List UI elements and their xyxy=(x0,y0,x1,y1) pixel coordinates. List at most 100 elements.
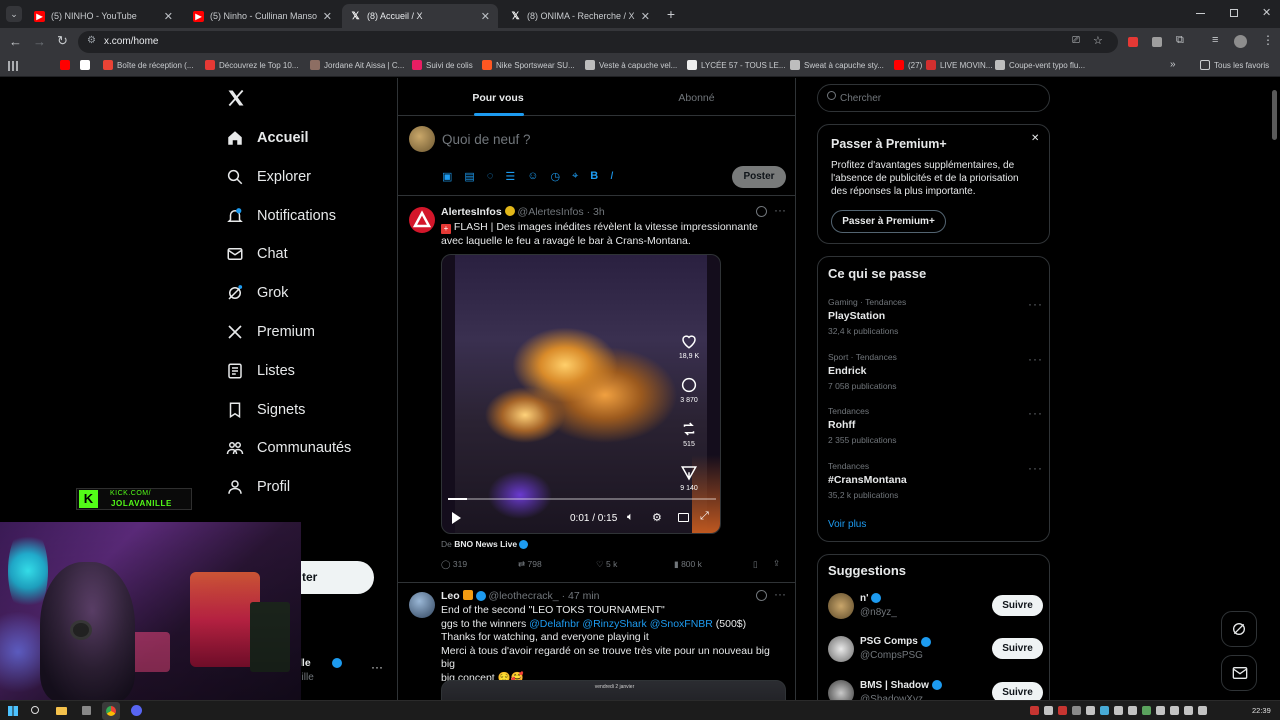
more-icon[interactable]: ··· xyxy=(774,587,786,601)
reply-button[interactable]: ◯ 319 xyxy=(441,559,467,570)
more-icon[interactable]: ··· xyxy=(371,660,383,674)
tweet[interactable]: Leo @leothecrack_ · 47 min ··· End of th… xyxy=(398,584,795,700)
close-icon[interactable]: ✕ xyxy=(1031,133,1039,144)
sidebar-item-accueil[interactable]: Accueil xyxy=(226,129,309,147)
browser-tab[interactable]: 𝕏 (8) ONIMA - Recherche / X ✕ xyxy=(502,4,658,28)
window-close-icon[interactable]: ✕ xyxy=(1262,6,1271,19)
extension-icon[interactable] xyxy=(1152,37,1162,47)
source-link[interactable]: BNO News Live xyxy=(454,539,517,549)
more-icon[interactable]: ··· xyxy=(1028,406,1043,420)
sidebar-item-notifications[interactable]: Notifications xyxy=(226,207,336,225)
search-box[interactable]: Chercher xyxy=(817,84,1050,112)
tray-icon[interactable] xyxy=(1128,706,1137,715)
bookmark-item[interactable]: Sweat à capuche sty... xyxy=(790,60,884,70)
bookmark-item[interactable] xyxy=(60,60,70,70)
extension-icon[interactable] xyxy=(1128,37,1138,47)
video-reply-button[interactable]: 3 870 xyxy=(674,376,704,404)
sidebar-item-grok[interactable]: Grok xyxy=(226,284,288,302)
more-icon[interactable]: ··· xyxy=(1028,461,1043,475)
repost-button[interactable]: ⇄ 798 xyxy=(518,559,542,570)
image-icon[interactable]: ▣ xyxy=(442,170,452,183)
back-icon[interactable]: ← xyxy=(9,34,22,49)
file-explorer-icon[interactable] xyxy=(56,707,67,715)
restore-icon[interactable] xyxy=(1230,9,1238,17)
tray-icon[interactable] xyxy=(1044,706,1053,715)
bookmark-item[interactable]: (27) xyxy=(894,60,922,70)
tab-pour-vous[interactable]: Pour vous xyxy=(398,78,598,116)
timestamp[interactable]: 47 min xyxy=(568,590,600,602)
sidebar-item-communautes[interactable]: Communautés xyxy=(226,439,351,457)
trend-item[interactable]: Tendances Rohff 2 355 publications ··· xyxy=(828,406,1043,445)
clock[interactable]: 22:39 xyxy=(1252,706,1271,715)
sidebar-item-explorer[interactable]: Explorer xyxy=(226,168,311,186)
mention-link[interactable]: @Delafnbr xyxy=(529,618,579,630)
bookmark-item[interactable] xyxy=(80,60,90,70)
location-icon[interactable]: ⌖ xyxy=(572,170,578,183)
discord-icon[interactable] xyxy=(131,705,142,716)
premium-subscribe-button[interactable]: Passer à Premium+ xyxy=(831,210,946,233)
close-icon[interactable]: ✕ xyxy=(323,10,332,23)
tray-icon[interactable] xyxy=(1086,706,1095,715)
play-icon[interactable] xyxy=(452,512,461,524)
bookmark-item[interactable]: Boîte de réception (... xyxy=(103,60,194,70)
suggestion-item[interactable]: PSG Comps @CompsPSG Suivre xyxy=(828,634,1043,664)
account-switcher[interactable]: lle nille ··· xyxy=(295,652,387,688)
bookmark-item[interactable]: LYCÉE 57 - TOUS LE... xyxy=(687,60,785,70)
video-repost-button[interactable]: 515 xyxy=(674,420,704,448)
gif-icon[interactable]: ▤ xyxy=(464,170,474,183)
author-handle[interactable]: @AlertesInfos xyxy=(518,206,584,218)
bookmark-item[interactable]: Veste à capuche vel... xyxy=(585,60,677,70)
browser-tab[interactable]: ▶ (5) NINHO - YouTube ✕ xyxy=(26,4,181,28)
all-bookmarks[interactable]: Tous les favoris xyxy=(1200,60,1269,70)
emoji-icon[interactable]: ☺ xyxy=(527,170,538,183)
close-icon[interactable]: ✕ xyxy=(481,10,490,23)
bookmarks-overflow-icon[interactable]: » xyxy=(1170,59,1176,70)
trend-item[interactable]: Sport · Tendances Endrick 7 058 publicatio… xyxy=(828,352,1043,391)
browser-menu-icon[interactable]: ⋮ xyxy=(1262,33,1274,47)
settings-icon[interactable]: ⚙ xyxy=(652,511,662,524)
grok-icon[interactable] xyxy=(756,206,767,217)
reload-icon[interactable]: ↻ xyxy=(57,33,68,49)
follow-button[interactable]: Suivre xyxy=(992,595,1043,616)
site-info-icon[interactable]: ⚙ xyxy=(87,35,96,46)
fullscreen-icon[interactable]: ⤢ xyxy=(700,510,709,523)
video-like-button[interactable]: 18,9 K xyxy=(674,332,704,360)
tray-icon[interactable] xyxy=(1058,706,1067,715)
tweet[interactable]: AlertesInfos @AlertesInfos · 3h ··· + FL… xyxy=(398,197,795,583)
sidebar-item-signets[interactable]: Signets xyxy=(226,401,305,419)
timestamp[interactable]: 3h xyxy=(593,206,605,218)
sidebar-item-chat[interactable]: Chat xyxy=(226,245,288,263)
reading-list-icon[interactable]: ≡ xyxy=(1212,34,1218,46)
mention-link[interactable]: @SnoxFNBR xyxy=(650,618,713,630)
tray-icon[interactable] xyxy=(1156,706,1165,715)
browser-tab-active[interactable]: 𝕏 (8) Accueil / X ✕ xyxy=(342,4,498,28)
avatar[interactable] xyxy=(828,593,854,619)
bookmark-item[interactable]: Jordane Ait Aissa | C... xyxy=(310,60,404,70)
italic-icon[interactable]: I xyxy=(610,170,613,183)
share-icon[interactable]: ⇪ xyxy=(773,558,780,569)
tab-abonne[interactable]: Abonné xyxy=(598,78,795,116)
volume-icon[interactable]: 🔈︎ xyxy=(627,511,634,524)
star-icon[interactable]: ☆ xyxy=(1093,34,1103,47)
bookmark-item[interactable]: Nike Sportswear SU... xyxy=(482,60,575,70)
install-app-icon[interactable]: ⎚ xyxy=(1072,35,1080,46)
bookmark-item[interactable]: Suivi de colis xyxy=(412,60,473,70)
tab-search-button[interactable]: ⌄ xyxy=(6,6,22,22)
like-button[interactable]: ♡ 5 k xyxy=(596,559,617,570)
tray-icon[interactable] xyxy=(1100,706,1109,715)
author-handle[interactable]: @leothecrack_ xyxy=(488,590,558,602)
bookmark-item[interactable]: Coupe-vent typo flu... xyxy=(995,60,1085,70)
video-progress-track[interactable] xyxy=(448,498,716,500)
browser-tab[interactable]: ▶ (5) Ninho - Cullinan Mansory | Cl ✕ xyxy=(185,4,340,28)
author-name[interactable]: AlertesInfos xyxy=(441,206,502,218)
bookmark-item[interactable]: Découvrez le Top 10... xyxy=(205,60,298,70)
bookmark-icon[interactable]: ▯ xyxy=(753,559,758,570)
schedule-icon[interactable]: ◷ xyxy=(550,170,560,183)
sidebar-item-profil[interactable]: Profil xyxy=(226,478,290,496)
follow-button[interactable]: Suivre xyxy=(992,638,1043,660)
grok-icon[interactable] xyxy=(756,590,767,601)
messages-fab[interactable] xyxy=(1221,655,1257,691)
minimize-icon[interactable] xyxy=(1196,13,1205,14)
tray-icon[interactable] xyxy=(1072,706,1081,715)
x-logo-icon[interactable] xyxy=(226,88,246,108)
